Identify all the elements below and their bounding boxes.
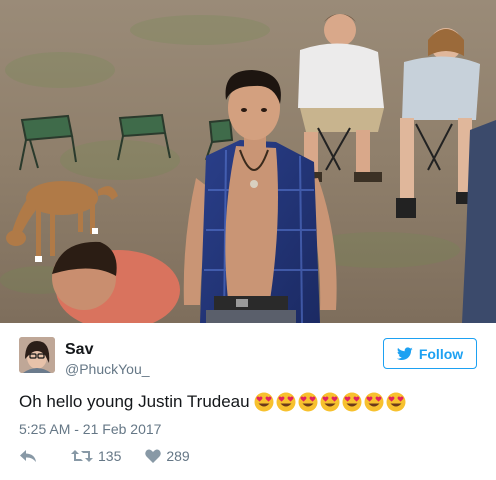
like-button[interactable]: 289: [145, 448, 190, 464]
heart-icon: [145, 449, 162, 463]
heart-eyes-emoji: [386, 392, 406, 412]
tweet-text: Oh hello young Justin Trudeau: [19, 392, 408, 412]
retweet-button[interactable]: 135: [71, 448, 121, 464]
emoji-row: [254, 392, 408, 412]
avatar-image: [19, 337, 55, 373]
heart-eyes-emoji: [276, 392, 296, 412]
heart-eyes-emoji: [298, 392, 318, 412]
follow-button[interactable]: Follow: [383, 338, 477, 369]
tweet-actions: 135 289: [19, 448, 190, 464]
heart-eyes-emoji: [320, 392, 340, 412]
twitter-bird-icon: [396, 346, 413, 360]
tweet-card: Sav @PhuckYou_ Follow Oh hello young Jus…: [0, 0, 496, 480]
tweet-photo[interactable]: [0, 0, 496, 323]
tweet-timestamp[interactable]: 5:25 AM - 21 Feb 2017: [19, 421, 161, 437]
heart-eyes-emoji: [364, 392, 384, 412]
avatar[interactable]: [19, 337, 55, 373]
heart-eyes-emoji: [254, 392, 274, 412]
reply-button[interactable]: [19, 449, 37, 463]
like-count: 289: [166, 448, 190, 464]
retweet-icon: [71, 450, 93, 462]
follow-label: Follow: [418, 345, 464, 362]
author-handle[interactable]: @PhuckYou_: [65, 361, 150, 377]
heart-eyes-emoji: [342, 392, 362, 412]
reply-icon: [20, 450, 36, 462]
photo-illustration: [0, 0, 496, 323]
retweet-count: 135: [98, 448, 122, 464]
tweet-text-content: Oh hello young Justin Trudeau: [19, 392, 250, 411]
author-display-name[interactable]: Sav: [65, 341, 93, 359]
